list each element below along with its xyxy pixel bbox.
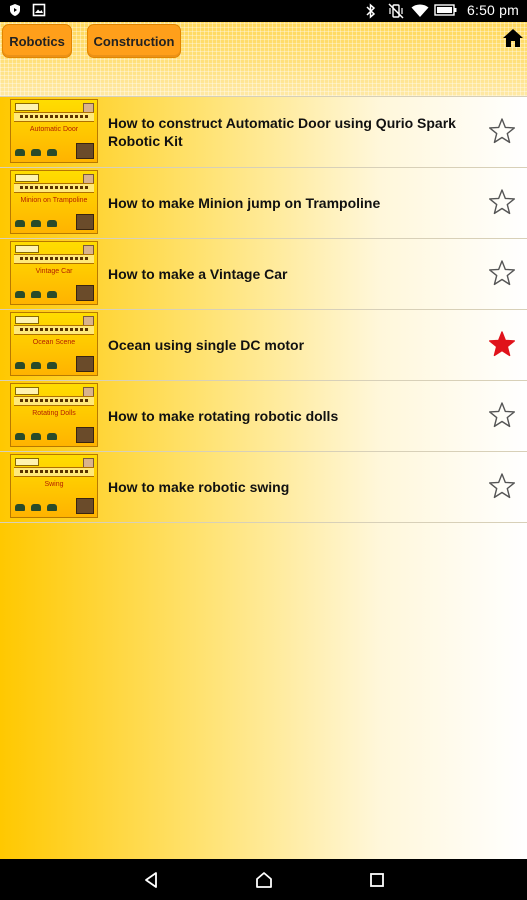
battery-icon — [434, 3, 458, 17]
home-nav-icon[interactable] — [254, 870, 274, 890]
image-icon — [32, 3, 46, 17]
thumbnail-caption: Minion on Trampoline — [20, 197, 88, 204]
thumbnail-caption: Swing — [44, 481, 64, 488]
video-thumbnail: Automatic Door — [10, 99, 98, 163]
shield-icon — [8, 3, 22, 17]
list-item[interactable]: Swing How to make robotic swing — [0, 452, 527, 523]
bluetooth-icon — [365, 3, 379, 19]
list-item[interactable]: Ocean Scene Ocean using single DC motor — [0, 310, 527, 381]
video-thumbnail: Vintage Car — [10, 241, 98, 305]
tab-robotics[interactable]: Robotics — [2, 24, 72, 58]
thumbnail-caption: Rotating Dolls — [32, 410, 76, 417]
home-icon[interactable] — [502, 27, 524, 49]
app-header: Robotics Construction — [0, 22, 527, 96]
thumbnail-caption: Automatic Door — [29, 126, 79, 133]
clock: 6:50 pm — [467, 2, 519, 18]
star-outline-icon[interactable] — [488, 188, 516, 216]
list-item-title: How to make robotic swing — [108, 479, 290, 495]
tab-construction[interactable]: Construction — [87, 24, 181, 58]
video-thumbnail: Ocean Scene — [10, 312, 98, 376]
vibrate-off-icon — [388, 3, 404, 19]
star-outline-icon[interactable] — [488, 401, 516, 429]
wifi-icon — [411, 3, 429, 17]
star-outline-icon[interactable] — [488, 472, 516, 500]
content-area: Automatic Door How to construct Automatic… — [0, 96, 527, 859]
back-icon[interactable] — [141, 870, 161, 890]
list-item[interactable]: Rotating Dolls How to make rotating robot… — [0, 381, 527, 452]
list-item[interactable]: Minion on Trampoline How to make Minion j… — [0, 168, 527, 239]
list-item-title: How to make rotating robotic dolls — [108, 408, 339, 424]
recents-icon[interactable] — [367, 870, 387, 890]
thumbnail-caption: Ocean Scene — [32, 339, 76, 346]
list-item[interactable]: Automatic Door How to construct Automatic… — [0, 96, 527, 168]
video-thumbnail: Swing — [10, 454, 98, 518]
video-thumbnail: Minion on Trampoline — [10, 170, 98, 234]
list-item-title: How to make Minion jump on Trampoline — [108, 195, 381, 211]
list-item-title: How to construct Automatic Door using Qu… — [108, 115, 456, 149]
list-item-title: How to make a Vintage Car — [108, 266, 288, 282]
navigation-bar — [0, 859, 527, 900]
star-outline-icon[interactable] — [488, 117, 516, 145]
video-thumbnail: Rotating Dolls — [10, 383, 98, 447]
video-list: Automatic Door How to construct Automatic… — [0, 96, 527, 523]
star-filled-icon[interactable] — [488, 330, 516, 358]
status-bar: 6:50 pm — [0, 0, 527, 22]
star-outline-icon[interactable] — [488, 259, 516, 287]
thumbnail-caption: Vintage Car — [35, 268, 73, 275]
list-item[interactable]: Vintage Car How to make a Vintage Car — [0, 239, 527, 310]
list-item-title: Ocean using single DC motor — [108, 337, 305, 353]
